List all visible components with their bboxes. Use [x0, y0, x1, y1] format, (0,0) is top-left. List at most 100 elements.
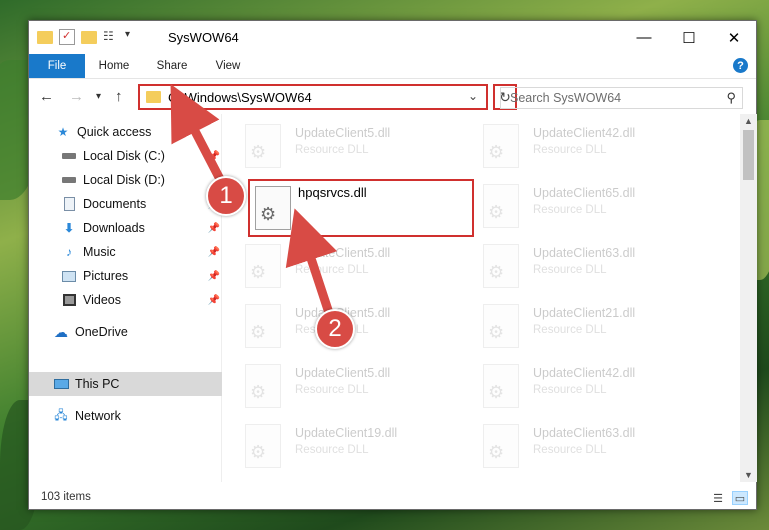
list-item[interactable]: ⚙ UpdateClient63.dll Resource DLL [461, 418, 681, 473]
pin-icon[interactable]: 📌 [208, 247, 220, 258]
dll-file-icon: ⚙ [245, 364, 281, 408]
scrollbar-thumb[interactable] [743, 130, 754, 180]
highlighted-file-item[interactable]: ⚙ hpqsrvcs.dll [248, 179, 474, 237]
close-button[interactable]: ✕ [711, 21, 757, 54]
sidebar-item-videos[interactable]: Videos 📌 [29, 288, 222, 312]
star-icon: ★ [57, 125, 69, 139]
sidebar-item-this-pc[interactable]: This PC [29, 372, 222, 396]
sidebar-item-label: Downloads [83, 221, 145, 235]
file-name: UpdateClient63.dll [533, 246, 636, 260]
tab-home[interactable]: Home [89, 54, 139, 78]
file-type: Resource DLL [295, 144, 369, 156]
navigation-bar: ← → ▾ ↑ C:\Windows\SysWOW64 ⌄ ↻ Search S… [29, 78, 756, 114]
tab-view[interactable]: View [204, 54, 252, 78]
vertical-scrollbar[interactable]: ▲ ▼ [740, 114, 757, 482]
details-view-icon[interactable]: ☰ [710, 491, 726, 505]
file-name: UpdateClient42.dll [533, 126, 636, 140]
dll-file-icon: ⚙ [483, 244, 519, 288]
folder-icon [146, 91, 161, 103]
sidebar-item-label: Videos [83, 293, 121, 307]
chevron-down-icon[interactable]: ⌄ [468, 89, 478, 103]
up-arrow-icon[interactable]: ↑ [115, 88, 123, 105]
file-type: Resource DLL [533, 144, 607, 156]
dropdown-icon[interactable]: ▾ [125, 29, 141, 45]
sidebar-item-onedrive[interactable]: ☁ OneDrive [29, 320, 222, 344]
drive-icon [61, 148, 77, 164]
gear-icon: ⚙ [488, 382, 505, 402]
gear-icon: ⚙ [260, 204, 277, 224]
list-item[interactable]: ⚙ UpdateClient63.dll Resource DLL [461, 238, 681, 293]
dll-file-icon: ⚙ [245, 124, 281, 168]
scroll-down-icon[interactable]: ▼ [744, 470, 753, 480]
address-bar[interactable]: C:\Windows\SysWOW64 ⌄ [138, 84, 488, 110]
file-type: Resource DLL [533, 444, 607, 456]
explorer-window: ✓ ☷ ▾ SysWOW64 — ☐ ✕ File Home Share Vie… [28, 20, 757, 510]
large-icons-view-icon[interactable]: ▭ [732, 491, 748, 505]
back-arrow-icon[interactable]: ← [39, 88, 54, 105]
forward-arrow-icon[interactable]: → [69, 88, 84, 105]
search-input[interactable]: Search SysWOW64 ⚲ [500, 87, 743, 109]
network-icon: 🖧 [54, 407, 68, 422]
sidebar-item-pictures[interactable]: Pictures 📌 [29, 264, 222, 288]
sidebar-item-label: Quick access [77, 125, 152, 139]
dll-file-icon: ⚙ [255, 186, 291, 230]
sidebar-item-downloads[interactable]: ⬇ Downloads 📌 [29, 216, 222, 240]
search-icon[interactable]: ⚲ [726, 90, 736, 106]
maximize-button[interactable]: ☐ [666, 21, 712, 54]
gear-icon: ⚙ [250, 382, 267, 402]
computer-icon [53, 376, 69, 392]
folder-icon[interactable] [37, 30, 53, 44]
properties-icon[interactable]: ✓ [59, 29, 75, 45]
list-item[interactable]: ⚙ UpdateClient5.dll Resource DLL [223, 358, 443, 413]
pin-icon[interactable]: 📌 [208, 271, 220, 282]
scroll-up-icon[interactable]: ▲ [744, 116, 753, 126]
list-item[interactable]: ⚙ UpdateClient5.dll Resource DLL [223, 238, 443, 293]
pin-icon[interactable]: 📌 [208, 151, 220, 162]
file-type: Resource DLL [533, 264, 607, 276]
file-type: Resource DLL [295, 264, 369, 276]
download-icon: ⬇ [63, 221, 75, 235]
file-type: Resource DLL [295, 444, 369, 456]
sidebar-item-quick-access[interactable]: ★ Quick access [29, 120, 222, 144]
list-item[interactable]: ⚙ UpdateClient65.dll Resource DLL [461, 178, 681, 233]
sidebar-item-label: Network [75, 409, 121, 423]
list-item[interactable]: ⚙ UpdateClient21.dll Resource DLL [461, 298, 681, 353]
minimize-button[interactable]: — [621, 21, 667, 54]
address-path[interactable]: C:\Windows\SysWOW64 [168, 90, 312, 105]
gear-icon: ⚙ [488, 442, 505, 462]
list-item[interactable]: ⚙ UpdateClient19.dll Resource DLL [223, 418, 443, 473]
gear-icon: ⚙ [488, 142, 505, 162]
file-name: UpdateClient21.dll [533, 306, 636, 320]
tab-file[interactable]: File [29, 54, 85, 78]
sidebar-item-local-disk-d[interactable]: Local Disk (D:) [29, 168, 222, 192]
gear-icon: ⚙ [250, 262, 267, 282]
recent-locations-icon[interactable]: ▾ [96, 91, 101, 102]
pin-icon[interactable]: 📌 [208, 223, 220, 234]
file-name: UpdateClient5.dll [295, 366, 391, 380]
navigation-pane: ★ Quick access Local Disk (C:) 📌 Local D… [29, 114, 222, 482]
file-type: Resource DLL [295, 384, 369, 396]
gear-icon: ⚙ [488, 322, 505, 342]
list-item[interactable]: ⚙ UpdateClient5.dll Resource DLL [223, 118, 443, 173]
dll-file-icon: ⚙ [245, 244, 281, 288]
sidebar-item-local-disk-c[interactable]: Local Disk (C:) 📌 [29, 144, 222, 168]
drive-icon [61, 172, 77, 188]
documents-icon [61, 196, 77, 212]
list-item[interactable]: ⚙ UpdateClient42.dll Resource DLL [461, 358, 681, 413]
sidebar-item-label: Local Disk (D:) [83, 173, 165, 187]
file-name: UpdateClient5.dll [295, 126, 391, 140]
help-icon[interactable]: ? [733, 58, 748, 73]
file-list: ⚙ UpdateClient5.dll Resource DLL ⚙ Updat… [223, 114, 740, 482]
new-folder-icon[interactable] [81, 30, 97, 44]
pin-icon[interactable]: 📌 [208, 295, 220, 306]
tab-share[interactable]: Share [147, 54, 197, 78]
list-item[interactable]: ⚙ UpdateClient42.dll Resource DLL [461, 118, 681, 173]
sidebar-item-music[interactable]: ♪ Music 📌 [29, 240, 222, 264]
view-options-icon[interactable]: ☷ [103, 29, 119, 45]
window-title: SysWOW64 [168, 30, 239, 45]
sidebar-item-documents[interactable]: Documents 📌 [29, 192, 222, 216]
dll-file-icon: ⚙ [483, 424, 519, 468]
pictures-icon [61, 268, 77, 284]
sidebar-item-network[interactable]: 🖧 Network [29, 404, 222, 428]
dll-file-icon: ⚙ [483, 124, 519, 168]
